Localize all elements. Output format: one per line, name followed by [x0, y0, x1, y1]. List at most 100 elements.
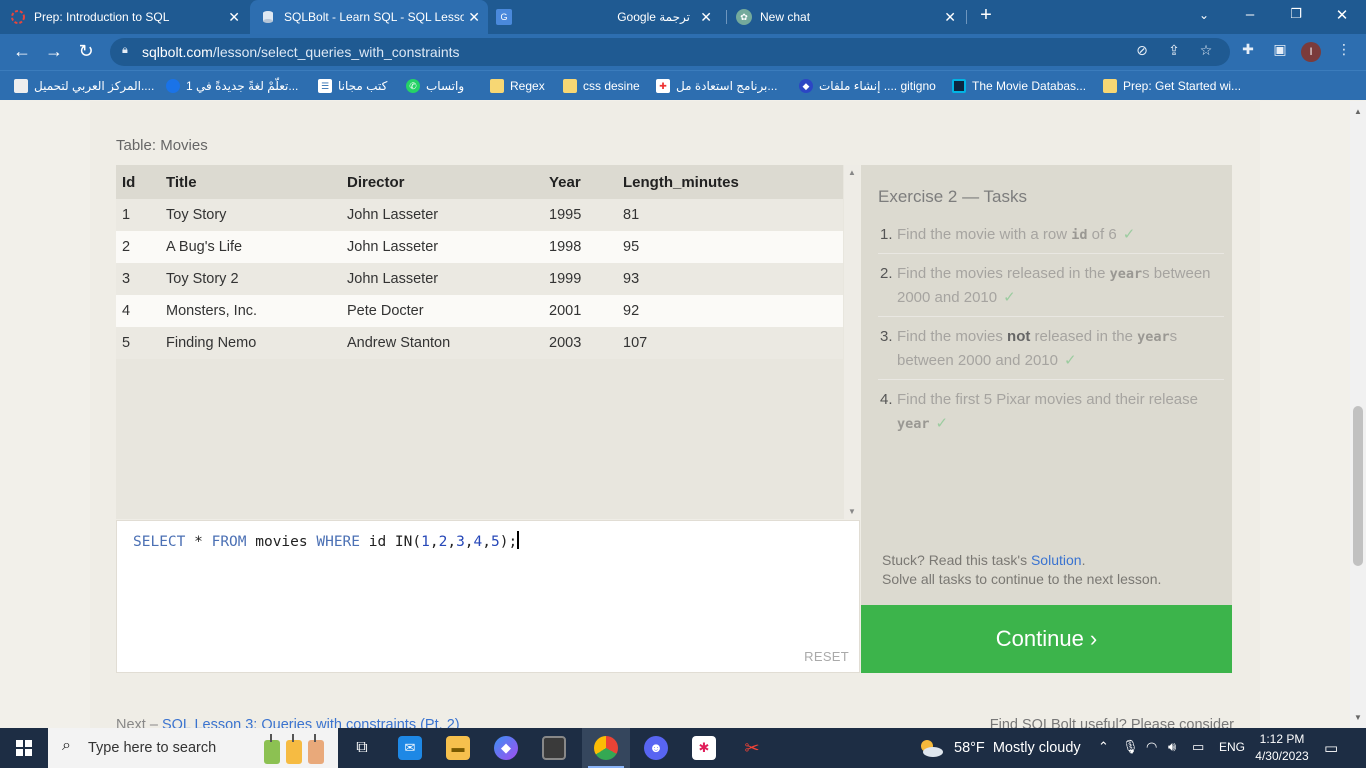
url-path: /lesson/select_queries_with_constraints	[212, 44, 460, 60]
page-viewport: Table: Movies Id Title Director Year Len…	[0, 101, 1350, 729]
extensions-icon[interactable]: ✚	[1238, 41, 1258, 58]
volume-icon[interactable]: 🔊︎	[1168, 739, 1176, 755]
column-header: Director	[347, 174, 405, 191]
bookmark-label: Prep: Get Started wi...	[1123, 79, 1242, 93]
back-icon[interactable]: ←	[10, 42, 34, 60]
slack-icon[interactable]: ✱	[680, 728, 728, 768]
battery-icon[interactable]: ▭	[1192, 739, 1204, 755]
menu-icon[interactable]: ⋮	[1334, 41, 1354, 58]
bookmark-label: تعلّمْ لغةً جديدةً في 1...	[186, 79, 299, 93]
sql-token: ,	[464, 534, 474, 550]
browser-toolbar: ← → ↻ 🔒︎ sqlbolt.com/lesson/select_queri…	[0, 34, 1366, 70]
bookmark-item[interactable]: The Movie Databas...	[952, 77, 1086, 95]
chrome-icon[interactable]	[582, 728, 630, 768]
network-icon[interactable]: ◠	[1146, 739, 1157, 755]
scroll-up-icon[interactable]: ▲	[1354, 107, 1362, 116]
reload-icon[interactable]: ↻	[74, 42, 98, 60]
restore-button[interactable]: ❐	[1284, 6, 1308, 22]
task-view-icon[interactable]: ⧉	[338, 728, 386, 768]
bookmark-label: واتساب	[426, 79, 465, 93]
table-cell: John Lasseter	[347, 239, 439, 255]
chevron-up-icon[interactable]: ⌃	[1098, 739, 1109, 755]
bookmark-star-icon[interactable]: ☆	[1196, 42, 1216, 59]
close-icon[interactable]: ✕	[700, 9, 712, 26]
language-indicator[interactable]: ENG	[1219, 740, 1245, 754]
bookmark-item[interactable]: Regex	[490, 77, 545, 95]
close-icon[interactable]: ✕	[228, 9, 240, 26]
table-row: 4 Monsters, Inc. Pete Docter 2001 92	[116, 295, 843, 327]
bookmark-item[interactable]: ✆ واتساب	[406, 77, 464, 95]
edge-copilot-icon[interactable]: ◆	[482, 728, 530, 768]
table-scrollbar[interactable]: ▲ ▼	[844, 165, 860, 519]
table-row: 5 Finding Nemo Andrew Stanton 2003 107	[116, 327, 843, 359]
solution-link[interactable]: Solution	[1031, 552, 1082, 568]
tab-search-icon[interactable]: ⌄	[1192, 8, 1216, 22]
sql-token: ,	[447, 534, 457, 550]
bookmark-item[interactable]: css desine	[563, 77, 640, 95]
file-explorer-icon[interactable]: ▬	[434, 728, 482, 768]
scrollbar-thumb[interactable]	[1353, 406, 1363, 566]
continue-button[interactable]: Continue ›	[861, 605, 1232, 673]
bookmark-label: The Movie Databas...	[972, 79, 1087, 93]
eye-slash-icon[interactable]: ⊘	[1132, 42, 1152, 59]
app-icon[interactable]	[530, 728, 578, 768]
column-header: Length_minutes	[623, 174, 739, 191]
google-translate-icon: G	[496, 9, 512, 25]
clock[interactable]: 1:12 PM 4/30/2023	[1253, 731, 1311, 765]
bookmark-item[interactable]: المركز العربي لتحميل....	[14, 77, 154, 95]
microphone-icon[interactable]: 🎙︎	[1122, 739, 1139, 755]
weather-widget[interactable]: 58°F Mostly cloudy	[918, 728, 1081, 768]
weather-text: 58°F Mostly cloudy	[954, 740, 1081, 756]
bookmark-item[interactable]: ✚ برنامج استعادة مل...	[656, 77, 777, 95]
taskbar-search-box[interactable]: ⌕ Type here to search	[48, 728, 338, 768]
discord-icon[interactable]: ☻	[632, 728, 680, 768]
table-cell: 92	[623, 303, 640, 319]
task-item: 1. Find the movie with a row id of 6 ✓	[878, 221, 1224, 254]
close-icon[interactable]: ✕	[468, 9, 480, 26]
tab-title: SQLBolt - Learn SQL - SQL Lesson	[284, 10, 464, 24]
bookmark-item[interactable]: Prep: Get Started wi...	[1103, 77, 1241, 95]
tab-google-translate[interactable]: G Google ترجمة ✕	[496, 0, 720, 34]
task-list: 1. Find the movie with a row id of 6 ✓ 2. F…	[878, 221, 1224, 448]
clock-date: 4/30/2023	[1255, 749, 1309, 763]
sql-token: ,	[429, 534, 439, 550]
close-window-button[interactable]: ✕	[1330, 6, 1354, 24]
query-text[interactable]: SELECT * FROM movies WHERE id IN(1,2,3,4…	[133, 531, 520, 550]
scroll-down-icon[interactable]: ▼	[848, 507, 856, 516]
task-emphasis: not	[1007, 328, 1031, 345]
share-icon[interactable]: ⇪	[1164, 42, 1184, 59]
avatar[interactable]: I	[1301, 42, 1321, 62]
tab-new-chat[interactable]: ✿ New chat ✕	[736, 0, 964, 34]
tab-prep-intro[interactable]: Prep: Introduction to SQL ✕	[10, 0, 248, 34]
tab-sqlbolt[interactable]: SQLBolt - Learn SQL - SQL Lesson ✕	[250, 0, 488, 34]
notification-icon[interactable]: ▭	[1324, 739, 1338, 757]
minimize-button[interactable]: –	[1238, 6, 1262, 23]
start-button[interactable]	[0, 728, 48, 768]
exercise-title: Exercise 2 — Tasks	[878, 187, 1027, 206]
checkmark-icon: ✓	[1122, 226, 1136, 243]
forward-icon[interactable]: →	[42, 42, 66, 60]
mail-icon[interactable]: ✉	[386, 728, 434, 768]
snipping-tool-icon[interactable]: ✂	[728, 728, 776, 768]
sql-token: ,	[482, 534, 491, 550]
loading-icon	[10, 9, 26, 25]
sqlbolt-icon	[260, 9, 276, 25]
close-icon[interactable]: ✕	[944, 9, 956, 26]
task-number: 1.	[880, 226, 893, 243]
new-tab-button[interactable]: +	[974, 4, 998, 27]
table-cell: Pete Docter	[347, 303, 424, 319]
url-domain: sqlbolt.com	[142, 44, 213, 60]
bookmark-item[interactable]: تعلّمْ لغةً جديدةً في 1...	[166, 77, 298, 95]
folder-icon	[490, 79, 504, 93]
sql-query-editor[interactable]: SELECT * FROM movies WHERE id IN(1,2,3,4…	[116, 520, 860, 673]
bookmark-item[interactable]: ☰ كتب مجانا	[318, 77, 387, 95]
scroll-up-icon[interactable]: ▲	[848, 168, 856, 177]
scroll-down-icon[interactable]: ▼	[1354, 713, 1362, 722]
help-text: Stuck? Read this task's Solution. Solve …	[882, 551, 1161, 589]
address-bar[interactable]: 🔒︎ sqlbolt.com/lesson/select_queries_wit…	[110, 38, 1230, 66]
bookmark-item[interactable]: ◆ إنشاء ملفات .... gitigno	[799, 77, 936, 95]
reset-button[interactable]: RESET	[804, 649, 849, 664]
side-panel-icon[interactable]: ▣	[1270, 41, 1290, 58]
task-text: Find the first 5 Pixar movies and their …	[897, 391, 1198, 408]
page-scrollbar[interactable]: ▲ ▼	[1350, 101, 1366, 729]
